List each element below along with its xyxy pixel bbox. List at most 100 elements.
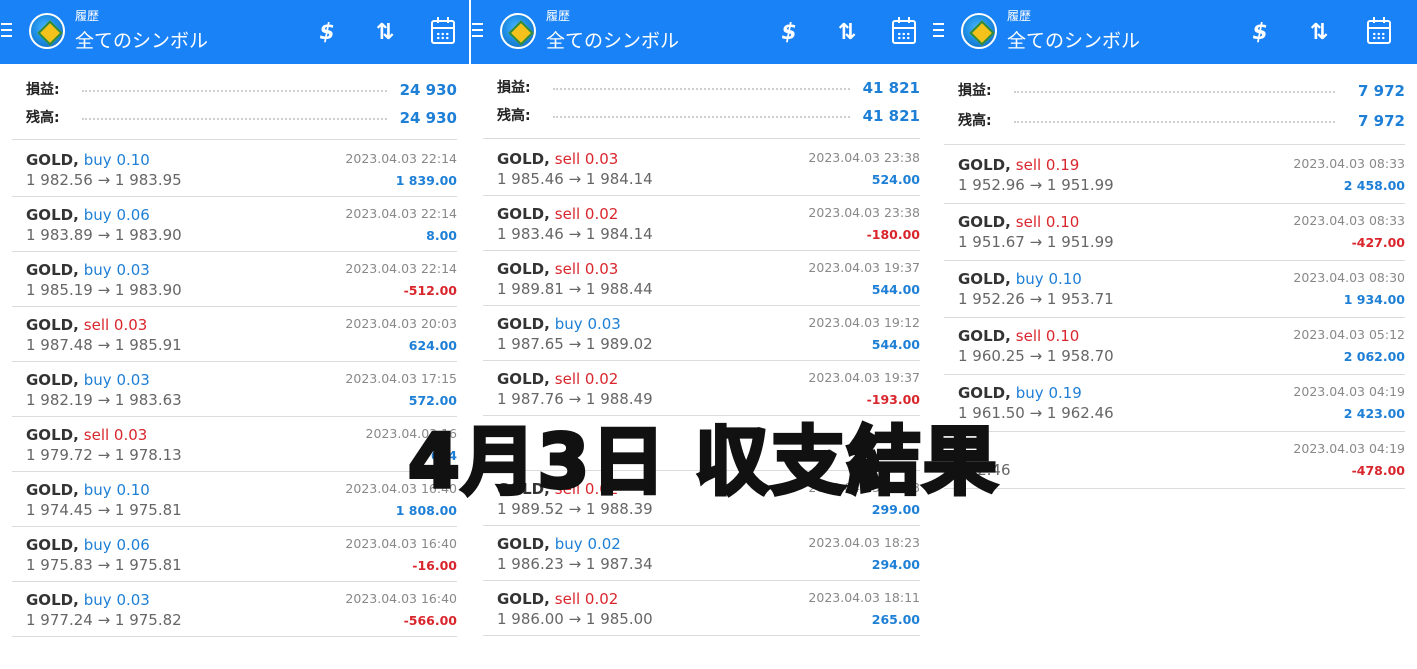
trade-time: 2023.04.03 04:19 <box>1293 384 1405 399</box>
trade-time: 2023.04.03 18:23 <box>808 535 920 550</box>
menu-icon[interactable] <box>932 19 946 43</box>
symbol-filter-title[interactable]: 全てのシンボル <box>75 28 208 54</box>
app-bar: 履歴 全てのシンボル $ ⇅ <box>471 0 932 64</box>
app-logo-icon <box>29 13 65 49</box>
trade-row[interactable]: GOLD, sell 0.10 1 951.67 → 1 951.99 2023.04… <box>944 204 1405 261</box>
symbol-filter-title[interactable]: 全てのシンボル <box>546 28 679 54</box>
profit-value: 24 930 <box>399 81 457 99</box>
trade-direction: buy 0.19 <box>1015 384 1082 402</box>
symbol-filter-title[interactable]: 全てのシンボル <box>1007 28 1140 54</box>
trade-direction: buy 0.10 <box>83 151 150 169</box>
trade-row[interactable]: GOLD, buy 0.03 1 987.65 → 1 989.02 2023.04.… <box>483 306 920 361</box>
trade-prices: 1 960.25 → 1 958.70 <box>958 347 1114 365</box>
sort-icon[interactable]: ⇅ <box>832 17 862 47</box>
trade-symbol: GOLD, <box>497 535 550 553</box>
trade-row[interactable]: GOLD, buy 0.06 1 983.89 → 1 983.90 2023.04.… <box>12 197 457 252</box>
trade-direction: buy 0.03 <box>83 261 150 279</box>
trade-profit: 524.00 <box>871 172 920 187</box>
trade-time: 2023.04.03 20:03 <box>345 316 457 331</box>
balance-row: 残高: 24 930 <box>12 108 457 128</box>
trade-direction: sell 0.02 <box>554 590 619 608</box>
trade-symbol: GOLD, <box>497 590 550 608</box>
trade-row[interactable]: GOLD, sell 0.02 1 983.46 → 1 984.14 2023.04… <box>483 196 920 251</box>
trade-prices: 1 986.00 → 1 985.00 <box>497 610 653 628</box>
dotted-leader <box>553 88 850 90</box>
trade-time: 2023.04.03 17:15 <box>345 371 457 386</box>
trade-time: 2023.04.03 08:30 <box>1293 270 1405 285</box>
trade-direction: buy 0.06 <box>83 536 150 554</box>
balance-row: 残高: 7 972 <box>944 111 1405 131</box>
trade-symbol: GOLD, <box>26 206 79 224</box>
trade-symbol: GOLD, <box>958 156 1011 174</box>
dotted-leader <box>82 118 387 120</box>
trade-direction: sell 0.02 <box>554 370 619 388</box>
trade-profit: 2 423.00 <box>1343 406 1405 421</box>
trade-profit: 8.00 <box>426 228 457 243</box>
dollar-icon[interactable]: $ <box>1245 17 1275 47</box>
trade-time: 2023.04.03 04:19 <box>1293 441 1405 456</box>
trade-symbol: GOLD, <box>497 150 550 168</box>
menu-icon[interactable] <box>0 19 14 43</box>
dotted-leader <box>82 90 387 92</box>
trade-time: 2023.04.03 22:14 <box>345 151 457 166</box>
screenshot-collage: 履歴 全てのシンボル $ ⇅ 損益: 24 930 残高: 24 930 GOLD, buy 0.… <box>0 0 1417 669</box>
sort-icon[interactable]: ⇅ <box>1304 17 1334 47</box>
trade-row[interactable]: GOLD, buy 0.10 1 952.26 → 1 953.71 2023.04.… <box>944 261 1405 318</box>
calendar-icon[interactable] <box>1364 17 1394 47</box>
profit-row: 損益: 7 972 <box>944 81 1405 101</box>
trade-time: 2023.04.03 19:12 <box>808 315 920 330</box>
trade-row[interactable]: GOLD, buy 0.06 1 975.83 → 1 975.81 2023.04.… <box>12 527 457 582</box>
dotted-leader <box>1014 121 1335 123</box>
trade-row[interactable]: GOLD, buy 0.03 1 982.19 → 1 983.63 2023.04.… <box>12 362 457 417</box>
trade-prices: 1 977.24 → 1 975.82 <box>26 611 182 629</box>
trade-time: 2023.04.03 08:33 <box>1293 213 1405 228</box>
trade-row[interactable]: GOLD, buy 0.10 1 982.56 → 1 983.95 2023.04.… <box>12 142 457 197</box>
dotted-leader <box>1014 91 1335 93</box>
calendar-icon[interactable] <box>428 17 458 47</box>
calendar-icon[interactable] <box>889 17 919 47</box>
trade-symbol: GOLD, <box>26 426 79 444</box>
trade-row[interactable]: GOLD, sell 0.10 1 960.25 → 1 958.70 2023.04… <box>944 318 1405 375</box>
trade-prices: 1 983.46 → 1 984.14 <box>497 225 653 243</box>
trade-row[interactable]: GOLD, sell 0.03 1 989.81 → 1 988.44 2023.04… <box>483 251 920 306</box>
trade-row[interactable]: GOLD, sell 0.02 1 986.00 → 1 985.00 2023.04… <box>483 581 920 636</box>
trade-row[interactable]: GOLD, buy 0.03 1 985.19 → 1 983.90 2023.04.… <box>12 252 457 307</box>
trade-prices: 1 989.81 → 1 988.44 <box>497 280 653 298</box>
trade-direction: buy 0.10 <box>1015 270 1082 288</box>
trade-symbol: GOLD, <box>26 371 79 389</box>
trade-row[interactable]: GOLD, sell 0.03 1 985.46 → 1 984.14 2023.04… <box>483 141 920 196</box>
trade-direction: buy 0.10 <box>83 481 150 499</box>
trade-prices: 1 975.83 → 1 975.81 <box>26 556 182 574</box>
trade-row[interactable]: GOLD, buy 0.03 1 977.24 → 1 975.82 2023.04.… <box>12 582 457 637</box>
history-panel-1: 履歴 全てのシンボル $ ⇅ 損益: 24 930 残高: 24 930 GOLD, buy 0.… <box>0 0 469 669</box>
trade-time: 2023.04.03 23:38 <box>808 205 920 220</box>
menu-icon[interactable] <box>471 19 485 43</box>
trade-time: 2023.04.03 22:14 <box>345 261 457 276</box>
balance-label: 残高: <box>958 113 992 129</box>
trade-direction: sell 0.03 <box>554 150 619 168</box>
trade-profit: -566.00 <box>403 613 457 628</box>
trade-row[interactable]: GOLD, sell 0.19 1 952.96 → 1 951.99 2023.04… <box>944 147 1405 204</box>
trade-direction: sell 0.03 <box>554 260 619 278</box>
trade-prices: 1 982.19 → 1 983.63 <box>26 391 182 409</box>
trade-prices: 1 985.46 → 1 984.14 <box>497 170 653 188</box>
dollar-icon[interactable]: $ <box>312 17 342 47</box>
trade-row[interactable]: GOLD, sell 0.03 1 987.48 → 1 985.91 2023.04… <box>12 307 457 362</box>
trade-profit: 624.00 <box>408 338 457 353</box>
dotted-leader <box>553 116 850 118</box>
trade-row[interactable]: GOLD, buy 0.02 1 986.23 → 1 987.34 2023.04.… <box>483 526 920 581</box>
dollar-icon[interactable]: $ <box>774 17 804 47</box>
sort-icon[interactable]: ⇅ <box>370 17 400 47</box>
trade-time: 2023.04.03 16:40 <box>345 591 457 606</box>
trade-symbol: GOLD, <box>497 205 550 223</box>
trade-symbol: GOLD, <box>958 327 1011 345</box>
balance-value: 24 930 <box>399 109 457 127</box>
trade-direction: sell 0.03 <box>83 316 148 334</box>
trade-direction: buy 0.03 <box>83 591 150 609</box>
trade-time: 2023.04.03 05:12 <box>1293 327 1405 342</box>
trade-symbol: GOLD, <box>958 270 1011 288</box>
balance-row: 残高: 41 821 <box>483 106 920 126</box>
overlay-title: 4月3日 収支結果 <box>406 417 999 507</box>
trade-profit: -16.00 <box>412 558 457 573</box>
profit-label: 損益: <box>958 83 992 99</box>
